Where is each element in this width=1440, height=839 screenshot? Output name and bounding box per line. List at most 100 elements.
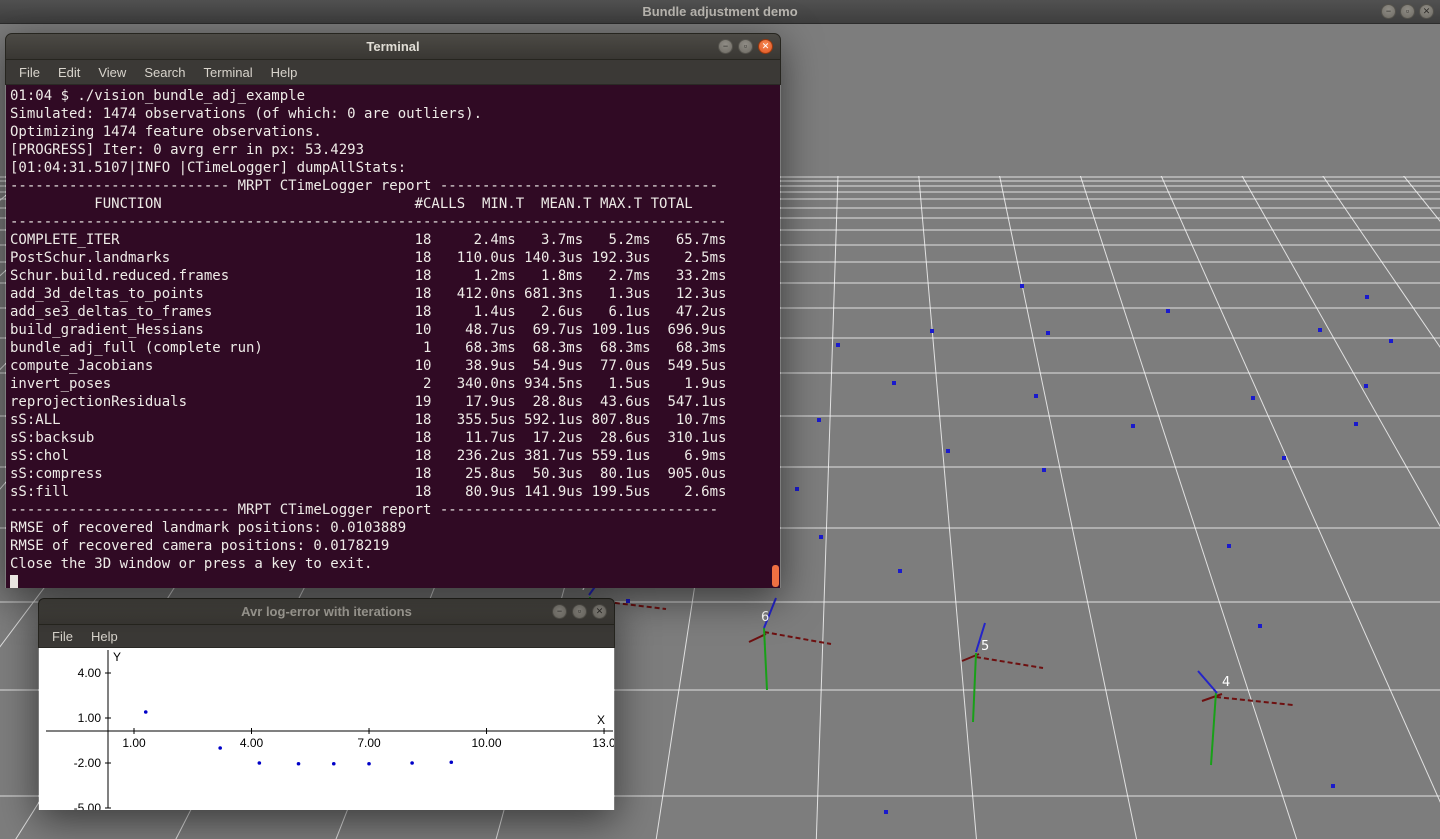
landmark-point bbox=[1227, 544, 1231, 548]
plot-area: YX1.004.007.0010.0013.04.001.00-2.00-5.0… bbox=[39, 648, 614, 810]
terminal-line: [PROGRESS] Iter: 0 avrg err in px: 53.42… bbox=[10, 141, 780, 159]
close-button[interactable]: ✕ bbox=[592, 604, 607, 619]
terminal-line: RMSE of recovered camera positions: 0.01… bbox=[10, 537, 780, 555]
menu-file[interactable]: File bbox=[10, 63, 49, 82]
minimize-button[interactable]: − bbox=[718, 39, 733, 54]
terminal-line: COMPLETE_ITER 18 2.4ms 3.7ms 5.2ms 65.7m… bbox=[10, 231, 780, 249]
plot-menubar: File Help bbox=[38, 625, 615, 648]
landmark-point bbox=[892, 381, 896, 385]
grid-line bbox=[860, 0, 1440, 839]
terminal-line: add_se3_deltas_to_frames 18 1.4us 2.6us … bbox=[10, 303, 780, 321]
menu-terminal[interactable]: Terminal bbox=[195, 63, 262, 82]
close-button[interactable]: ✕ bbox=[758, 39, 773, 54]
frame-label: 5 bbox=[981, 639, 989, 654]
terminal-line: sS:backsub 18 11.7us 17.2us 28.6us 310.1… bbox=[10, 429, 780, 447]
x-tick-label: 13.0 bbox=[592, 736, 614, 750]
terminal-window-controls: − ▫ ✕ bbox=[718, 39, 773, 54]
terminal-menubar: File Edit View Search Terminal Help bbox=[5, 60, 781, 85]
terminal-line: RMSE of recovered landmark positions: 0.… bbox=[10, 519, 780, 537]
landmark-point bbox=[1354, 422, 1358, 426]
grid-line bbox=[860, 0, 1145, 839]
frame-x-axis bbox=[1216, 697, 1293, 705]
terminal-line: -------------------------- MRPT CTimeLog… bbox=[10, 501, 780, 519]
terminal-line: reprojectionResiduals 19 17.9us 28.8us 4… bbox=[10, 393, 780, 411]
terminal-line: [01:04:31.5107|INFO |CTimeLogger] dumpAl… bbox=[10, 159, 780, 177]
landmark-point bbox=[1034, 394, 1038, 398]
landmark-point bbox=[1318, 328, 1322, 332]
terminal-line: Simulated: 1474 observations (of which: … bbox=[10, 105, 780, 123]
landmark-point bbox=[626, 599, 630, 603]
terminal-line: sS:ALL 18 355.5us 592.1us 807.8us 10.7ms bbox=[10, 411, 780, 429]
menu-help[interactable]: Help bbox=[262, 63, 307, 82]
minimize-button[interactable]: − bbox=[552, 604, 567, 619]
menu-search[interactable]: Search bbox=[135, 63, 194, 82]
main-window-controls: − ▫ ✕ bbox=[1381, 4, 1434, 19]
terminal-line: -------------------------- MRPT CTimeLog… bbox=[10, 177, 780, 195]
landmark-point bbox=[884, 810, 888, 814]
menu-edit[interactable]: Edit bbox=[49, 63, 89, 82]
y-tick-label: -5.00 bbox=[74, 801, 102, 810]
grid-line bbox=[860, 0, 980, 839]
terminal-titlebar[interactable]: Terminal − ▫ ✕ bbox=[5, 33, 781, 60]
x-tick-label: 4.00 bbox=[240, 736, 264, 750]
landmark-point bbox=[1389, 339, 1393, 343]
x-tick-label: 7.00 bbox=[357, 736, 381, 750]
landmark-point bbox=[836, 343, 840, 347]
menu-view[interactable]: View bbox=[89, 63, 135, 82]
landmark-point bbox=[1046, 331, 1050, 335]
maximize-button[interactable]: ▫ bbox=[738, 39, 753, 54]
camera-frame: 5 bbox=[962, 623, 1043, 722]
landmark-point bbox=[1258, 624, 1262, 628]
main-window-title: Bundle adjustment demo bbox=[642, 4, 797, 19]
maximize-button[interactable]: ▫ bbox=[572, 604, 587, 619]
plot-point bbox=[297, 762, 301, 766]
terminal-line: invert_poses 2 340.0ns 934.5ns 1.5us 1.9… bbox=[10, 375, 780, 393]
frame-x-axis bbox=[764, 632, 831, 644]
terminal-scrollbar[interactable] bbox=[772, 565, 779, 587]
landmark-point bbox=[1365, 295, 1369, 299]
landmark-point bbox=[1251, 396, 1255, 400]
main-window-titlebar[interactable]: Bundle adjustment demo − ▫ ✕ bbox=[0, 0, 1440, 24]
terminal-line: build_gradient_Hessians 10 48.7us 69.7us… bbox=[10, 321, 780, 339]
minimize-button[interactable]: − bbox=[1381, 4, 1396, 19]
grid-line bbox=[860, 0, 1440, 839]
terminal-line: sS:fill 18 80.9us 141.9us 199.5us 2.6ms bbox=[10, 483, 780, 501]
terminal-line: add_3d_deltas_to_points 18 412.0ns 681.3… bbox=[10, 285, 780, 303]
landmark-point bbox=[1042, 468, 1046, 472]
menu-help[interactable]: Help bbox=[82, 627, 127, 646]
terminal-cursor bbox=[10, 575, 18, 588]
frame-z-axis bbox=[1211, 692, 1216, 765]
plot-point bbox=[258, 761, 262, 765]
plot-point bbox=[218, 746, 222, 750]
camera-frames: 4567 bbox=[580, 579, 1293, 765]
landmark-point bbox=[1020, 284, 1024, 288]
plot-titlebar[interactable]: Avr log-error with iterations − ▫ ✕ bbox=[38, 598, 615, 625]
terminal-line: Optimizing 1474 feature observations. bbox=[10, 123, 780, 141]
terminal-line: Close the 3D window or press a key to ex… bbox=[10, 555, 780, 573]
landmark-point bbox=[946, 449, 950, 453]
plot-point bbox=[410, 761, 414, 765]
terminal-line: Schur.build.reduced.frames 18 1.2ms 1.8m… bbox=[10, 267, 780, 285]
terminal-prompt-line bbox=[10, 573, 780, 588]
desktop: 4567 Bundle adjustment demo − ▫ ✕ Termin… bbox=[0, 0, 1440, 839]
plot-window-controls: − ▫ ✕ bbox=[552, 604, 607, 619]
x-axis-label: X bbox=[597, 713, 605, 727]
terminal-output[interactable]: 01:04 $ ./vision_bundle_adj_exampleSimul… bbox=[6, 85, 780, 588]
frame-z-axis bbox=[764, 628, 767, 690]
grid-line bbox=[815, 0, 860, 839]
landmark-point bbox=[817, 418, 821, 422]
y-tick-label: -2.00 bbox=[74, 756, 102, 770]
frame-x-axis bbox=[976, 657, 1043, 668]
grid-line bbox=[860, 0, 1440, 839]
plot-point bbox=[367, 762, 371, 766]
landmark-point bbox=[898, 569, 902, 573]
terminal-line: compute_Jacobians 10 38.9us 54.9us 77.0u… bbox=[10, 357, 780, 375]
terminal-line: PostSchur.landmarks 18 110.0us 140.3us 1… bbox=[10, 249, 780, 267]
menu-file[interactable]: File bbox=[43, 627, 82, 646]
terminal-line: sS:compress 18 25.8us 50.3us 80.1us 905.… bbox=[10, 465, 780, 483]
y-tick-label: 1.00 bbox=[78, 711, 102, 725]
close-button[interactable]: ✕ bbox=[1419, 4, 1434, 19]
camera-frame: 4 bbox=[1198, 671, 1293, 765]
terminal-line: ----------------------------------------… bbox=[10, 213, 780, 231]
maximize-button[interactable]: ▫ bbox=[1400, 4, 1415, 19]
